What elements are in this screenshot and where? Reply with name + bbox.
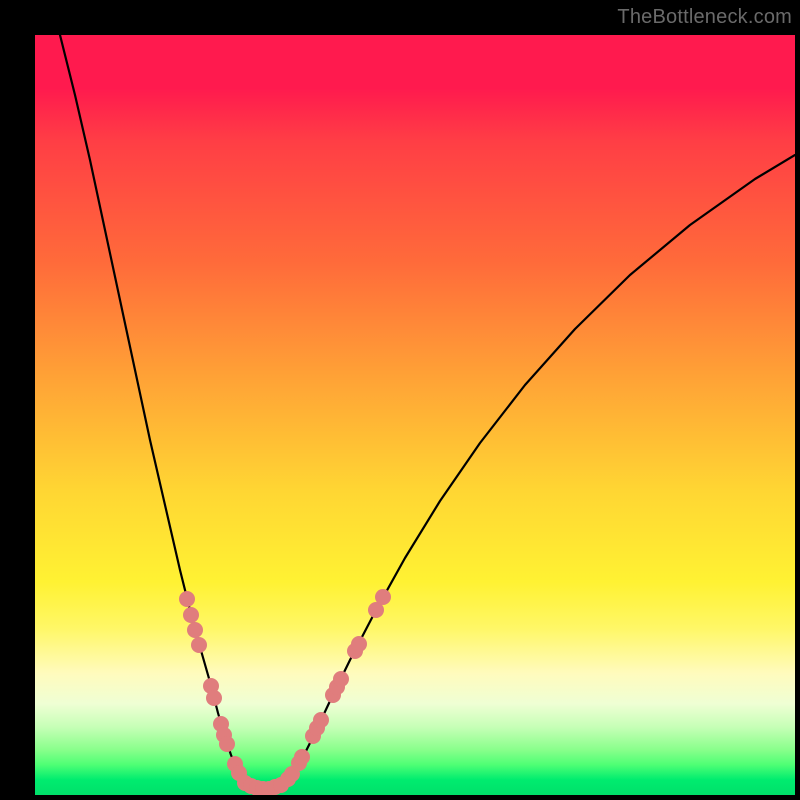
chart-frame: TheBottleneck.com <box>0 0 800 800</box>
plot-area <box>35 35 795 795</box>
curve-svg <box>35 35 795 795</box>
watermark-text: TheBottleneck.com <box>617 6 792 29</box>
